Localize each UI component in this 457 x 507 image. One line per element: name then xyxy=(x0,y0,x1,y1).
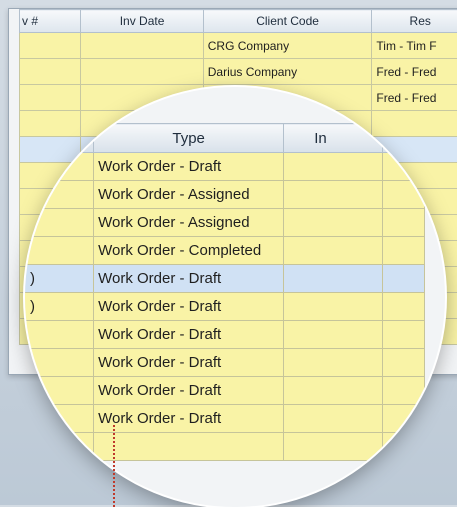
table-row[interactable]: Work Order - Draft xyxy=(25,321,425,349)
cell-inv xyxy=(284,181,383,209)
table-row[interactable]: CRG CompanyTim - Tim F xyxy=(20,33,457,59)
magnified-grid: Type In Work Order - DraftWork Order - A… xyxy=(25,123,425,461)
cell-first xyxy=(25,209,94,237)
cell-first xyxy=(25,405,94,433)
cell-inv xyxy=(284,209,383,237)
table-row[interactable] xyxy=(25,433,425,461)
cell-type: Work Order - Draft xyxy=(94,377,284,405)
cell-first xyxy=(25,377,94,405)
table-row[interactable]: Work Order - Completed xyxy=(25,237,425,265)
column-header-blank[interactable] xyxy=(25,124,94,153)
cell-first: ) xyxy=(25,293,94,321)
cell-first xyxy=(25,153,94,181)
column-header-inv[interactable]: In xyxy=(284,124,383,153)
cell-inv-number xyxy=(20,33,81,59)
cell-type: Work Order - Assigned xyxy=(94,209,284,237)
cell-extra xyxy=(383,209,425,237)
cell-extra xyxy=(383,349,425,377)
cell-client-code: CRG Company xyxy=(203,33,372,59)
column-header-extra[interactable] xyxy=(383,124,425,153)
magnifier-lens: Type In Work Order - DraftWork Order - A… xyxy=(25,87,445,507)
cell-inv xyxy=(284,433,383,461)
cell-inv xyxy=(284,293,383,321)
cell-type: Work Order - Draft xyxy=(94,405,284,433)
cell-first xyxy=(25,433,94,461)
cell-extra xyxy=(383,293,425,321)
cell-client-code: Darius Company xyxy=(203,59,372,85)
column-header-inv-date[interactable]: Inv Date xyxy=(81,10,203,33)
cell-resource: Tim - Tim F xyxy=(372,33,457,59)
cell-extra xyxy=(383,433,425,461)
cell-inv xyxy=(284,405,383,433)
column-header-resource[interactable]: Res xyxy=(372,10,457,33)
cell-extra xyxy=(383,265,425,293)
cell-inv xyxy=(284,321,383,349)
cell-inv xyxy=(284,153,383,181)
table-row[interactable]: Work Order - Assigned xyxy=(25,209,425,237)
cell-resource: Fred - Fred xyxy=(372,59,457,85)
cell-extra xyxy=(383,153,425,181)
cell-type: Work Order - Draft xyxy=(94,265,284,293)
cell-type: Work Order - Draft xyxy=(94,293,284,321)
table-row[interactable]: )Work Order - Draft xyxy=(25,293,425,321)
cell-extra xyxy=(383,237,425,265)
cell-first xyxy=(25,181,94,209)
table-row[interactable]: Work Order - Draft xyxy=(25,377,425,405)
cell-first xyxy=(25,237,94,265)
cell-inv xyxy=(284,265,383,293)
cell-inv xyxy=(284,349,383,377)
cell-inv-number xyxy=(20,59,81,85)
cell-type: Work Order - Draft xyxy=(94,349,284,377)
table-row[interactable]: )Work Order - Draft xyxy=(25,265,425,293)
cell-inv xyxy=(284,237,383,265)
cell-first: ) xyxy=(25,265,94,293)
cell-resource: Fred - Fred xyxy=(372,85,457,111)
cell-extra xyxy=(383,321,425,349)
magnified-grid-header: Type In xyxy=(25,124,425,153)
cell-extra xyxy=(383,405,425,433)
cell-type xyxy=(94,433,284,461)
cell-inv xyxy=(284,377,383,405)
cell-type: Work Order - Draft xyxy=(94,321,284,349)
cell-inv-date xyxy=(81,59,203,85)
column-header-client-code[interactable]: Client Code xyxy=(203,10,372,33)
table-row[interactable]: Work Order - Assigned xyxy=(25,181,425,209)
cell-type: Work Order - Completed xyxy=(94,237,284,265)
cell-extra xyxy=(383,181,425,209)
cell-first xyxy=(25,321,94,349)
table-row[interactable]: Work Order - Draft xyxy=(25,153,425,181)
callout-pointer-line xyxy=(113,425,115,507)
cell-extra xyxy=(383,377,425,405)
cell-type: Work Order - Assigned xyxy=(94,181,284,209)
table-row[interactable]: Darius CompanyFred - Fred xyxy=(20,59,457,85)
column-header-type[interactable]: Type xyxy=(94,124,284,153)
cell-type: Work Order - Draft xyxy=(94,153,284,181)
column-header-inv-number[interactable]: v # xyxy=(20,10,81,33)
cell-inv-number xyxy=(20,85,81,111)
table-row[interactable]: Work Order - Draft xyxy=(25,405,425,433)
background-grid-header: v # Inv Date Client Code Res xyxy=(20,10,457,33)
cell-first xyxy=(25,349,94,377)
table-row[interactable]: Work Order - Draft xyxy=(25,349,425,377)
cell-inv-date xyxy=(81,33,203,59)
